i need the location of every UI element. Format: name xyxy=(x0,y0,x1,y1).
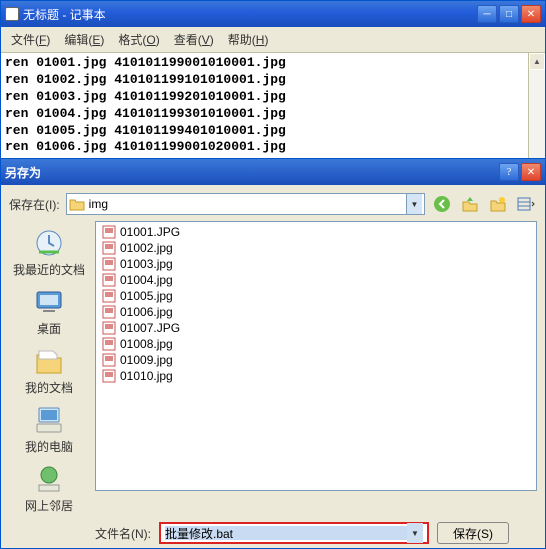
file-name: 01004.jpg xyxy=(120,273,173,287)
filename-chevron-down-icon[interactable]: ▼ xyxy=(407,523,423,543)
saveas-sidebar: 我最近的文档 桌面 我的文档 我的电脑 网上邻居 xyxy=(9,221,89,516)
notepad-app-icon xyxy=(5,7,19,21)
file-item[interactable]: 01002.jpg xyxy=(102,240,530,256)
file-name: 01001.JPG xyxy=(120,225,180,239)
file-item[interactable]: 01010.jpg xyxy=(102,368,530,384)
image-file-icon xyxy=(102,305,116,319)
image-file-icon xyxy=(102,353,116,367)
location-combo[interactable]: img ▼ xyxy=(66,193,425,215)
image-file-icon xyxy=(102,273,116,287)
up-button[interactable] xyxy=(459,193,481,215)
menu-help[interactable]: 帮助(H) xyxy=(222,29,275,50)
network-icon xyxy=(33,463,65,495)
file-item[interactable]: 01003.jpg xyxy=(102,256,530,272)
saveas-dialog: 另存为 ? ✕ 保存在(I): img ▼ xyxy=(0,158,546,549)
saveas-toolbar: 保存在(I): img ▼ xyxy=(9,193,537,215)
notepad-title: 无标题 - 记事本 xyxy=(23,6,477,23)
location-text: img xyxy=(89,197,406,211)
file-name: 01002.jpg xyxy=(120,241,173,255)
desktop-icon xyxy=(33,286,65,318)
sidebar-network[interactable]: 网上邻居 xyxy=(23,461,75,516)
mycomputer-icon xyxy=(33,404,65,436)
menu-edit[interactable]: 编辑(E) xyxy=(58,29,110,50)
file-name: 01003.jpg xyxy=(120,257,173,271)
saveas-titlebar: 另存为 ? ✕ xyxy=(1,159,545,185)
file-item[interactable]: 01009.jpg xyxy=(102,352,530,368)
filename-row: 文件名(N): ▼ 保存(S) xyxy=(9,522,537,544)
scroll-track[interactable] xyxy=(529,70,545,166)
filename-input[interactable] xyxy=(165,526,407,540)
folder-icon xyxy=(69,197,85,211)
file-item[interactable]: 01001.JPG xyxy=(102,224,530,240)
menu-format[interactable]: 格式(O) xyxy=(112,29,165,50)
file-item[interactable]: 01006.jpg xyxy=(102,304,530,320)
chevron-down-icon[interactable]: ▼ xyxy=(406,194,422,214)
notepad-titlebar: 无标题 - 记事本 ─ □ ✕ xyxy=(1,1,545,27)
file-name: 01005.jpg xyxy=(120,289,173,303)
filename-label: 文件名(N): xyxy=(95,525,151,542)
file-item[interactable]: 01005.jpg xyxy=(102,288,530,304)
recent-icon xyxy=(33,227,65,259)
image-file-icon xyxy=(102,257,116,271)
sidebar-mydocs[interactable]: 我的文档 xyxy=(23,343,75,398)
file-name: 01010.jpg xyxy=(120,369,173,383)
file-name: 01006.jpg xyxy=(120,305,173,319)
image-file-icon xyxy=(102,241,116,255)
menu-view[interactable]: 查看(V) xyxy=(168,29,220,50)
file-name: 01009.jpg xyxy=(120,353,173,367)
file-name: 01007.JPG xyxy=(120,321,180,335)
minimize-button[interactable]: ─ xyxy=(477,5,497,23)
scroll-up-icon[interactable]: ▲ xyxy=(529,53,545,70)
notepad-menubar: 文件(F) 编辑(E) 格式(O) 查看(V) 帮助(H) xyxy=(1,27,545,53)
back-button[interactable] xyxy=(431,193,453,215)
image-file-icon xyxy=(102,225,116,239)
image-file-icon xyxy=(102,369,116,383)
image-file-icon xyxy=(102,289,116,303)
menu-file[interactable]: 文件(F) xyxy=(5,29,56,50)
image-file-icon xyxy=(102,337,116,351)
new-folder-button[interactable] xyxy=(487,193,509,215)
sidebar-desktop[interactable]: 桌面 xyxy=(31,284,67,339)
file-name: 01008.jpg xyxy=(120,337,173,351)
image-file-icon xyxy=(102,321,116,335)
notepad-window: 无标题 - 记事本 ─ □ ✕ 文件(F) 编辑(E) 格式(O) 查看(V) … xyxy=(0,0,546,184)
close-button[interactable]: ✕ xyxy=(521,5,541,23)
saveas-title: 另存为 xyxy=(5,164,499,181)
save-button[interactable]: 保存(S) xyxy=(437,522,509,544)
maximize-button[interactable]: □ xyxy=(499,5,519,23)
file-item[interactable]: 01004.jpg xyxy=(102,272,530,288)
filename-combo[interactable]: ▼ xyxy=(159,522,429,544)
sidebar-mycomputer[interactable]: 我的电脑 xyxy=(23,402,75,457)
file-list[interactable]: 01001.JPG 01002.jpg 01003.jpg 01004.jpg 0100… xyxy=(95,221,537,491)
file-item[interactable]: 01007.JPG xyxy=(102,320,530,336)
mydocs-icon xyxy=(33,345,65,377)
notepad-text[interactable]: ren 01001.jpg 410101199001010001.jpg ren… xyxy=(1,53,545,158)
save-in-label: 保存在(I): xyxy=(9,196,60,213)
sidebar-recent[interactable]: 我最近的文档 xyxy=(11,225,87,280)
saveas-help-button[interactable]: ? xyxy=(499,163,519,181)
saveas-close-button[interactable]: ✕ xyxy=(521,163,541,181)
view-menu-button[interactable] xyxy=(515,193,537,215)
file-item[interactable]: 01008.jpg xyxy=(102,336,530,352)
